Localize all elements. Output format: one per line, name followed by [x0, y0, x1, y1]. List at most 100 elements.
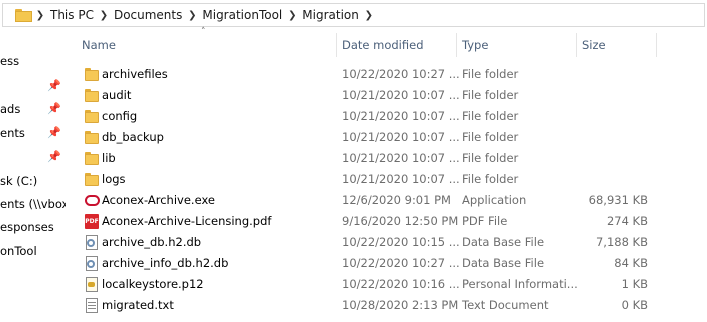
file-row[interactable]: audit 10/21/2020 10:07 ... File folder	[74, 85, 707, 106]
column-header-size[interactable]: Size	[582, 36, 606, 54]
nav-item-network-documents[interactable]: ents (\\vbox	[0, 193, 66, 215]
file-size: 84 KB	[614, 256, 648, 270]
breadcrumb-this-pc[interactable]: This PC	[48, 8, 96, 22]
file-name: archive_db.h2.db	[102, 235, 202, 249]
folder-icon	[84, 88, 100, 103]
pin-icon: 📌	[47, 126, 61, 139]
chevron-right-icon[interactable]: ❯	[184, 10, 200, 21]
db-file-icon	[84, 256, 100, 271]
pdf-icon-text: PDF	[85, 214, 99, 229]
file-name: Aconex-Archive-Licensing.pdf	[102, 214, 272, 228]
file-type: Text Document	[462, 298, 549, 312]
folder-icon	[84, 109, 100, 124]
file-type: Data Base File	[462, 256, 545, 270]
nav-item-label: ents	[0, 126, 25, 140]
pin-icon: 📌	[47, 102, 61, 115]
nav-item-local-disk[interactable]: sk (C:)	[0, 170, 37, 192]
chevron-right-icon[interactable]: ❯	[32, 10, 48, 21]
file-name: archive_info_db.h2.db	[102, 256, 229, 270]
file-row[interactable]: PDF Aconex-Archive-Licensing.pdf 9/16/20…	[74, 211, 707, 232]
app-icon	[84, 193, 100, 208]
folder-icon	[15, 8, 32, 22]
file-row[interactable]: localkeystore.p12 10/22/2020 10:16 ... P…	[74, 274, 707, 295]
file-date: 9/16/2020 12:50 PM	[342, 214, 459, 228]
navigation-pane: ess 📌 ads 📌 ents 📌 📌 sk (C:) ents (\\vbox …	[0, 30, 66, 322]
pin-icon: 📌	[47, 79, 61, 92]
file-size: 7,188 KB	[595, 235, 648, 249]
column-header-name[interactable]: Name	[82, 36, 116, 54]
nav-item-downloads[interactable]: ads 📌	[0, 98, 61, 120]
file-row[interactable]: archivefiles 10/22/2020 10:27 ... File f…	[74, 64, 707, 85]
file-row[interactable]: config 10/21/2020 10:07 ... File folder	[74, 106, 707, 127]
pdf-icon: PDF	[84, 214, 100, 229]
file-date: 10/21/2020 10:07 ...	[342, 172, 460, 186]
column-divider[interactable]	[576, 33, 577, 57]
nav-item-migrationtool[interactable]: onTool	[0, 240, 37, 262]
chevron-right-icon[interactable]: ❯	[96, 10, 112, 21]
address-bar[interactable]: ❯ This PC ❯ Documents ❯ MigrationTool ❯ …	[0, 0, 707, 30]
file-name: audit	[102, 88, 132, 102]
certificate-icon	[84, 277, 100, 292]
file-date: 10/22/2020 10:27 ...	[342, 67, 460, 81]
pin-icon: 📌	[47, 150, 61, 163]
file-date: 10/22/2020 10:16 ...	[342, 277, 460, 291]
file-name: logs	[102, 172, 126, 186]
folder-icon	[84, 67, 100, 82]
db-file-icon	[84, 235, 100, 250]
file-date: 10/21/2020 10:07 ...	[342, 109, 460, 123]
nav-item-documents[interactable]: ents 📌	[0, 122, 61, 144]
file-date: 12/6/2020 9:01 PM	[342, 193, 451, 207]
file-name: config	[102, 109, 138, 123]
file-row[interactable]: archive_db.h2.db 10/22/2020 10:15 ... Da…	[74, 232, 707, 253]
breadcrumb-documents[interactable]: Documents	[112, 8, 184, 22]
file-type: File folder	[462, 172, 519, 186]
file-row[interactable]: lib 10/21/2020 10:07 ... File folder	[74, 148, 707, 169]
file-type: File folder	[462, 67, 519, 81]
file-type: PDF File	[462, 214, 508, 228]
folder-icon	[84, 151, 100, 166]
file-date: 10/22/2020 10:15 ...	[342, 235, 460, 249]
column-header-type[interactable]: Type	[462, 36, 488, 54]
file-row[interactable]: archive_info_db.h2.db 10/22/2020 10:27 .…	[74, 253, 707, 274]
file-date: 10/21/2020 10:07 ...	[342, 88, 460, 102]
breadcrumb-migration[interactable]: Migration	[300, 8, 361, 22]
chevron-right-icon[interactable]: ❯	[361, 10, 377, 21]
column-header-date-modified[interactable]: Date modified	[342, 36, 424, 54]
nav-item-label: sk (C:)	[0, 174, 38, 188]
nav-item-label: onTool	[0, 244, 37, 258]
file-name: Aconex-Archive.exe	[102, 193, 215, 207]
column-divider[interactable]	[456, 33, 457, 57]
file-name: lib	[102, 151, 116, 165]
file-date: 10/21/2020 10:07 ...	[342, 151, 460, 165]
nav-item-label: ess	[0, 54, 20, 68]
nav-item-quick-access[interactable]: ess	[0, 50, 19, 72]
file-name: localkeystore.p12	[102, 277, 204, 291]
file-size: 274 KB	[606, 214, 648, 228]
breadcrumb-migrationtool[interactable]: MigrationTool	[200, 8, 284, 22]
file-type: File folder	[462, 130, 519, 144]
file-type: File folder	[462, 151, 519, 165]
file-row[interactable]: Aconex-Archive.exe 12/6/2020 9:01 PM App…	[74, 190, 707, 211]
file-size: 0 KB	[621, 298, 648, 312]
nav-item-responses[interactable]: esponses	[0, 216, 54, 238]
file-type: Application	[462, 193, 527, 207]
file-size: 1 KB	[621, 277, 648, 291]
chevron-right-icon[interactable]: ❯	[284, 10, 300, 21]
file-date: 10/22/2020 10:27 ...	[342, 256, 460, 270]
file-size: 68,931 KB	[588, 193, 648, 207]
nav-item-label: esponses	[0, 220, 54, 234]
file-row[interactable]: db_backup 10/21/2020 10:07 ... File fold…	[74, 127, 707, 148]
column-divider[interactable]	[336, 33, 337, 57]
address-box[interactable]: ❯ This PC ❯ Documents ❯ MigrationTool ❯ …	[2, 3, 705, 27]
file-type: File folder	[462, 109, 519, 123]
file-list: archivefiles 10/22/2020 10:27 ... File f…	[74, 64, 707, 316]
file-row[interactable]: logs 10/21/2020 10:07 ... File folder	[74, 169, 707, 190]
file-date: 10/28/2020 2:13 PM	[342, 298, 459, 312]
file-name: db_backup	[102, 130, 164, 144]
file-name: archivefiles	[102, 67, 168, 81]
column-divider[interactable]	[656, 33, 657, 57]
text-file-icon	[84, 298, 100, 313]
file-row[interactable]: migrated.txt 10/28/2020 2:13 PM Text Doc…	[74, 295, 707, 316]
sort-ascending-icon: ˄	[201, 27, 206, 37]
file-type: Data Base File	[462, 235, 545, 249]
